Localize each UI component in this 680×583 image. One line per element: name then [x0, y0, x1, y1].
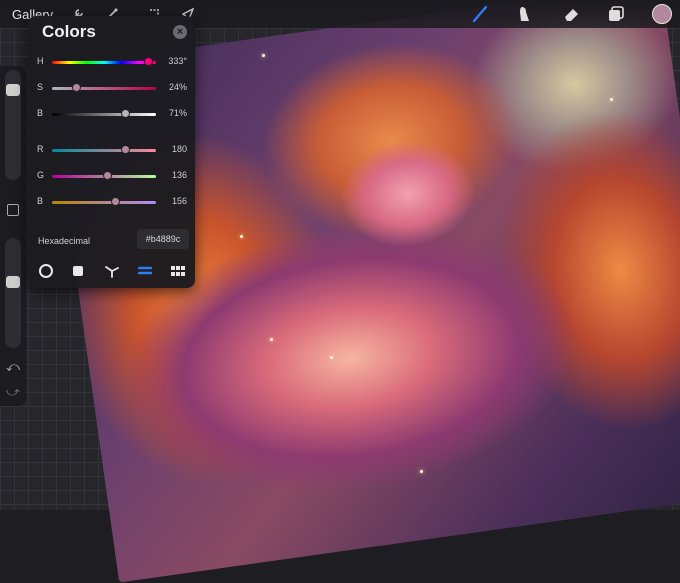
green-knob[interactable] [102, 171, 112, 180]
opacity-thumb[interactable] [6, 276, 20, 289]
harmony-icon[interactable] [102, 261, 122, 281]
red-slider[interactable] [52, 149, 156, 152]
blue-row: B 156 [28, 196, 195, 210]
hue-value: 333° [168, 56, 187, 66]
saturation-value: 24% [168, 82, 187, 92]
color-mode-tabs [28, 259, 195, 283]
layers-icon[interactable] [606, 4, 626, 24]
saturation-label: S [37, 82, 44, 92]
saturation-row: S 24% [28, 82, 195, 96]
sparkle [262, 54, 265, 57]
brightness-label: B [37, 108, 44, 118]
green-row: G 136 [28, 170, 195, 184]
red-label: R [37, 144, 44, 154]
red-row: R 180 [28, 144, 195, 158]
sparkle [270, 338, 273, 341]
brightness-row: B 71% [28, 108, 195, 122]
undo-icon[interactable]: ⤺ [6, 359, 20, 375]
brush-size-thumb[interactable] [6, 84, 20, 97]
hue-label: H [37, 56, 44, 66]
palettes-icon[interactable] [168, 261, 188, 281]
hex-label: Hexadecimal [38, 236, 91, 246]
disc-icon[interactable] [36, 261, 56, 281]
red-value: 180 [171, 144, 187, 154]
colors-panel: Colors × H 333° S 24% B 71% R 180 G 136 … [28, 16, 195, 288]
saturation-knob[interactable] [72, 83, 82, 92]
close-icon[interactable]: × [173, 25, 187, 39]
panel-title: Colors [42, 22, 96, 41]
brightness-slider[interactable] [52, 113, 156, 116]
smudge-icon[interactable] [514, 4, 534, 24]
sparkle [610, 98, 613, 101]
green-value: 136 [171, 170, 187, 180]
blue-value: 156 [171, 196, 187, 206]
blue-label: B [37, 196, 44, 206]
hex-input[interactable]: #b4889c [137, 229, 189, 249]
blue-slider[interactable] [52, 201, 156, 204]
classic-icon[interactable] [68, 261, 88, 281]
hue-row: H 333° [28, 56, 195, 70]
value-icon[interactable] [135, 261, 155, 281]
blue-knob[interactable] [111, 197, 121, 206]
color-swatch[interactable] [652, 4, 672, 24]
opacity-slider[interactable] [5, 238, 21, 348]
modify-button[interactable] [7, 204, 19, 216]
hue-knob[interactable] [143, 57, 153, 66]
green-label: G [37, 170, 45, 180]
brush-icon[interactable] [470, 4, 490, 24]
left-sidebar: ⤺ ⤻ [0, 66, 26, 406]
hue-slider[interactable] [52, 61, 156, 64]
brush-size-slider[interactable] [5, 70, 21, 180]
sparkle [240, 235, 243, 238]
redo-icon[interactable]: ⤻ [6, 384, 20, 400]
eraser-icon[interactable] [562, 4, 582, 24]
red-knob[interactable] [120, 145, 130, 154]
sparkle [420, 470, 423, 473]
saturation-slider[interactable] [52, 87, 156, 90]
brightness-value: 71% [168, 108, 187, 118]
sparkle [330, 356, 333, 359]
brightness-knob[interactable] [121, 109, 131, 118]
